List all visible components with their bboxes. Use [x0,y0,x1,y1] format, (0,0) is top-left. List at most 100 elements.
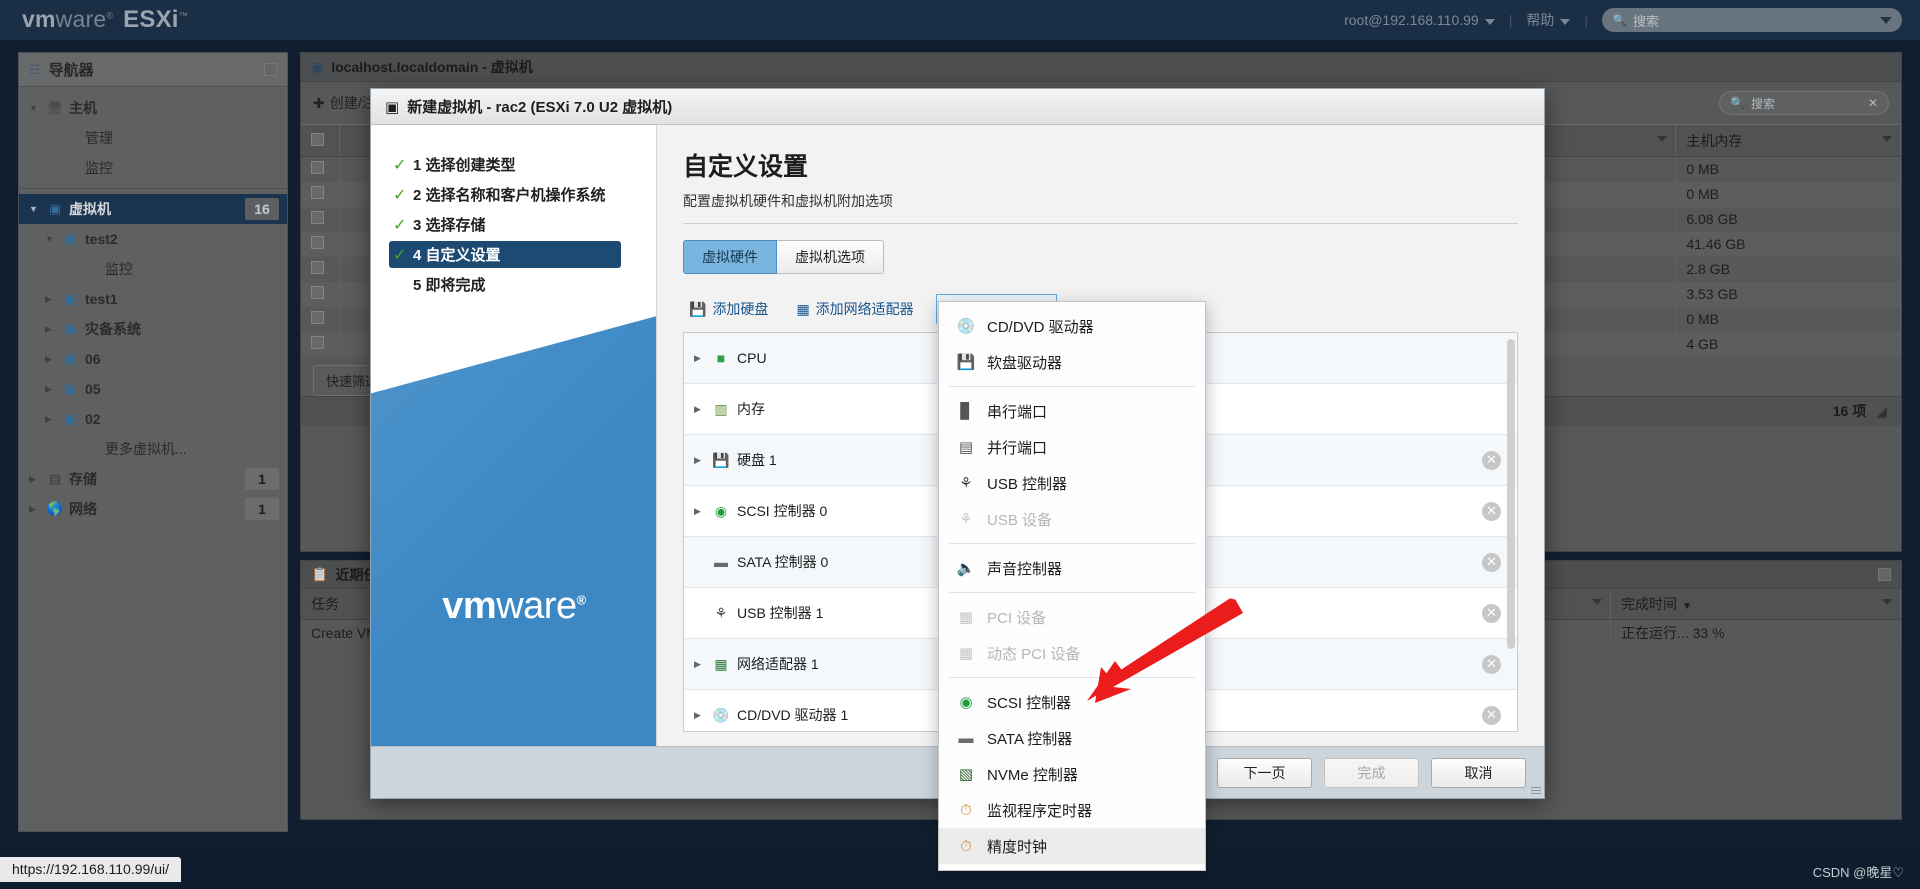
status-bar-url: https://192.168.110.99/ui/ [0,857,181,882]
pci-icon: ▦ [958,609,974,626]
remove-device-icon[interactable]: ✕ [1482,552,1501,572]
menu-item--[interactable]: ▤ 并行端口 [939,429,1205,465]
wizard-step-1[interactable]: ✓ 1 选择创建类型 [389,151,656,178]
hardware-row-label: 网络适配器 1 [737,656,819,672]
check-icon: ✓ [393,186,407,204]
chevron-right-icon[interactable]: ▶ [694,353,710,364]
wizard-step-3[interactable]: ✓ 3 选择存储 [389,211,656,238]
hardware-row-label: SATA 控制器 0 [737,554,829,570]
wizard-step-4[interactable]: ✓ 4 自定义设置 [389,241,621,268]
wizard-step-2[interactable]: ✓ 2 选择名称和客户机操作系统 [389,181,656,208]
menu-item-label: 动态 PCI 设备 [987,645,1081,663]
vmware-artwork [371,316,656,746]
wizard-step-label: 5 即将完成 [413,277,486,294]
parallel-port-icon: ▤ [958,439,974,456]
settings-tabs: 虚拟硬件 虚拟机选项 [683,240,1518,274]
vmware-watermark-logo: vmware® [371,585,656,628]
new-vm-icon: ▣ [385,98,400,116]
network-adapter-icon: ▦ [714,655,728,672]
scsi-icon: ◉ [959,694,973,711]
add-network-adapter-button[interactable]: ▦ 添加网络适配器 [790,295,919,323]
menu-item-usb-: ⚘ USB 设备 [939,501,1205,537]
tab-vm-options[interactable]: 虚拟机选项 [777,240,884,274]
serial-port-icon: ▊ [960,403,972,420]
wizard-steps-panel: ✓ 1 选择创建类型 ✓ 2 选择名称和客户机操作系统 ✓ 3 选择存储 ✓ 4 自定义设置 5… [371,125,657,746]
chevron-right-icon[interactable]: ▶ [694,404,710,415]
precision-clock-icon: ⏱ [960,837,972,855]
menu-item--[interactable]: 🔈 声音控制器 [939,550,1205,586]
hardware-row-label: 内存 [737,401,765,417]
dialog-resize-handle[interactable] [1531,785,1541,795]
menu-item--[interactable]: ⏱ 精度时钟 [939,828,1205,864]
floppy-icon: 💾 [956,354,976,371]
next-button[interactable]: 下一页 [1217,757,1312,788]
chevron-right-icon[interactable]: ▶ [694,710,710,721]
menu-item--[interactable]: ▊ 串行端口 [939,393,1205,429]
cancel-button[interactable]: 取消 [1431,757,1526,788]
watchdog-timer-icon: ⏱ [960,801,972,819]
page-title: 自定义设置 [683,153,809,181]
add-hard-disk-label: 添加硬盘 [712,301,769,317]
wizard-step-label: 3 选择存储 [413,217,486,234]
watermark: CSDN @晚星♡ [1812,865,1904,880]
check-icon: ✓ [393,156,407,174]
add-other-device-menu: 💿 CD/DVD 驱动器 💾 软盘驱动器 ▊ 串行端口 ▤ 并行端口 ⚘ USB 控制器 ⚘ USB … [938,301,1206,871]
menu-item-label: SATA 控制器 [987,730,1073,748]
menu-item-usb-[interactable]: ⚘ USB 控制器 [939,465,1205,501]
add-hard-disk-button[interactable]: 💾 添加硬盘 [683,295,774,323]
menu-item-nvme-[interactable]: ▧ NVMe 控制器 [939,756,1205,792]
wizard-step-5[interactable]: 5 即将完成 [389,271,656,298]
art-logo-ware: ware [496,585,577,627]
menu-item-label: 软盘驱动器 [987,354,1063,372]
divider [949,386,1195,387]
menu-item--pci-: ▦ 动态 PCI 设备 [939,635,1205,671]
remove-device-icon[interactable]: ✕ [1482,450,1501,470]
hardware-row-label: SCSI 控制器 0 [737,503,828,519]
hard-disk-icon: 💾 [689,300,707,317]
remove-device-icon[interactable]: ✕ [1482,501,1501,521]
check-icon: ✓ [393,216,407,234]
divider [949,592,1195,593]
menu-item-label: PCI 设备 [987,609,1047,627]
sata-icon: ▬ [958,729,974,747]
art-logo-tm: ® [576,592,587,608]
hardware-list-scrollbar[interactable] [1507,339,1515,649]
remove-device-icon[interactable]: ✕ [1482,654,1501,674]
cpu-icon: ■ [716,350,726,366]
menu-item--[interactable]: ⏱ 监视程序定时器 [939,792,1205,828]
chevron-right-icon[interactable]: ▶ [694,455,710,466]
remove-device-icon[interactable]: ✕ [1482,603,1501,623]
menu-item-label: SCSI 控制器 [987,694,1072,712]
wizard-step-label: 2 选择名称和客户机操作系统 [413,187,606,204]
art-logo-vm: vm [442,585,497,627]
menu-item-label: NVMe 控制器 [987,766,1078,784]
menu-item-cd-dvd-[interactable]: 💿 CD/DVD 驱动器 [939,308,1205,344]
cddvd-icon: 💿 [712,706,730,723]
hardware-row-label: 硬盘 1 [737,452,777,468]
hardware-row-label: USB 控制器 1 [737,605,824,621]
menu-item-label: 并行端口 [987,439,1048,457]
wizard-steps-list: ✓ 1 选择创建类型 ✓ 2 选择名称和客户机操作系统 ✓ 3 选择存储 ✓ 4 自定义设置 5… [371,125,656,298]
usb-device-icon: ⚘ [959,511,973,528]
divider [949,543,1195,544]
pci-icon: ▦ [958,645,974,662]
menu-item-scsi-[interactable]: ◉ SCSI 控制器 [939,684,1205,720]
tab-virtual-hardware[interactable]: 虚拟硬件 [683,240,777,274]
nvme-icon: ▧ [958,766,974,783]
chevron-right-icon[interactable]: ▶ [694,659,710,670]
cddvd-icon: 💿 [956,318,976,335]
menu-item-label: USB 设备 [987,511,1053,529]
chevron-right-icon[interactable]: ▶ [694,506,710,517]
menu-item-sata-[interactable]: ▬ SATA 控制器 [939,720,1205,756]
finish-button[interactable]: 完成 [1324,757,1419,788]
check-icon: ✓ [393,246,407,264]
sound-icon: 🔈 [956,560,976,577]
menu-item--[interactable]: 💾 软盘驱动器 [939,344,1205,380]
dialog-title-bar: ▣ 新建虚拟机 - rac2 (ESXi 7.0 U2 虚拟机) [371,89,1544,125]
wizard-step-label: 4 自定义设置 [413,247,501,264]
menu-item-pci-: ▦ PCI 设备 [939,599,1205,635]
divider [949,677,1195,678]
usb-icon: ⚘ [714,604,728,621]
remove-device-icon[interactable]: ✕ [1482,705,1501,725]
scsi-icon: ◉ [714,502,728,519]
